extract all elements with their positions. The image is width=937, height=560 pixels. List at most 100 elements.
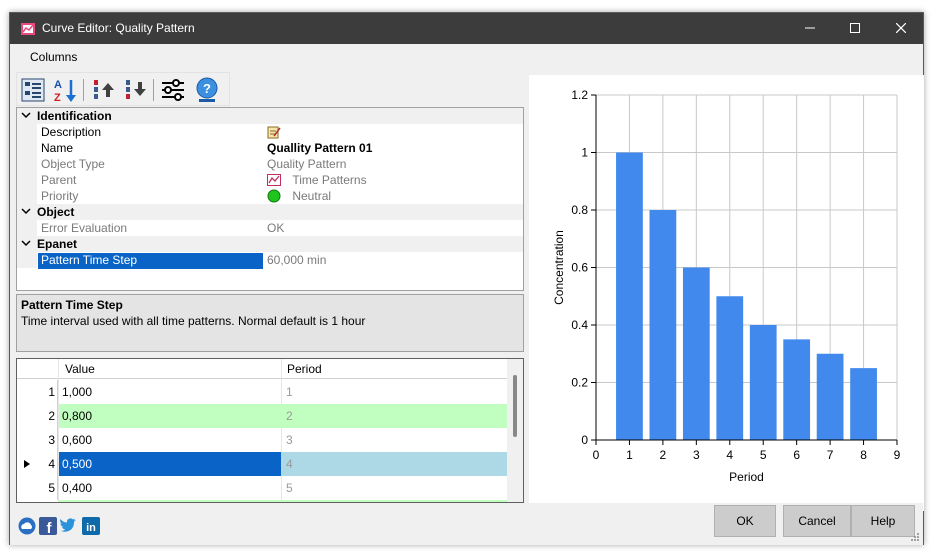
- move-down-button[interactable]: [121, 76, 149, 104]
- pattern-values-table: Value Period 1 1,000 1 2 0,800 2 3 0,600…: [16, 358, 524, 503]
- svg-text:Z: Z: [54, 92, 61, 104]
- x-tick-label: 1: [626, 448, 633, 462]
- chart-bar: [816, 353, 844, 440]
- curve-editor-window: Curve Editor: Quality Pattern Columns A …: [9, 12, 924, 545]
- property-description: Pattern Time Step Time interval used wit…: [16, 294, 524, 352]
- app-icon: [21, 23, 35, 35]
- collapse-icon[interactable]: [21, 205, 31, 220]
- minimize-icon: [805, 27, 815, 29]
- scrollbar-thumb[interactable]: [513, 375, 517, 437]
- chart-bar: [649, 210, 677, 440]
- x-tick-label: 4: [726, 448, 733, 462]
- x-axis-label: Period: [729, 470, 764, 484]
- property-row-object-type[interactable]: Object Type Quality Pattern: [17, 156, 523, 172]
- chart-panel: 0 0.2 0.4 0.6 0.8 1 1.2 0 1 2 3 4 5 6 7 8 9 Period Concent…: [529, 75, 924, 511]
- chart-bar: [783, 339, 811, 440]
- table-row[interactable]: 1 1,000 1: [17, 380, 509, 404]
- table-row-selected[interactable]: 4 0,500 4: [17, 452, 509, 476]
- cloud-icon[interactable]: [18, 517, 36, 535]
- menu-bar: Columns: [10, 44, 923, 70]
- help-tool-button[interactable]: ?: [193, 76, 221, 104]
- chart-bar: [850, 368, 877, 440]
- linkedin-icon[interactable]: in: [82, 517, 100, 535]
- toolbar-separator: [153, 79, 154, 101]
- x-tick-label: 8: [860, 448, 867, 462]
- concentration-bar-chart: 0 0.2 0.4 0.6 0.8 1 1.2 0 1 2 3 4 5 6 7 8 9 Period Concent…: [552, 88, 901, 484]
- table-scrollbar[interactable]: [507, 359, 523, 502]
- table-row[interactable]: 3 0,600 3: [17, 428, 509, 452]
- title-bar[interactable]: Curve Editor: Quality Pattern: [10, 13, 923, 44]
- property-row-pattern-time-step[interactable]: Pattern Time Step 60,000 min: [17, 252, 523, 269]
- settings-sliders-icon: [162, 79, 184, 101]
- y-tick-label: 0.4: [571, 318, 588, 332]
- resize-grip-icon[interactable]: [910, 532, 920, 542]
- sort-alpha-icon: A Z: [54, 79, 76, 104]
- toolbar-separator: [83, 79, 84, 101]
- category-object[interactable]: Object: [17, 204, 523, 220]
- y-axis-label: Concentration: [552, 230, 566, 305]
- chart-bar: [682, 267, 710, 440]
- description-text: Time interval used with all time pattern…: [21, 314, 366, 328]
- collapse-icon[interactable]: [21, 237, 31, 252]
- name-value[interactable]: Quallity Pattern 01: [267, 141, 372, 155]
- ok-button[interactable]: OK: [714, 505, 776, 537]
- y-tick-label: 0: [581, 433, 588, 447]
- minimize-button[interactable]: [787, 13, 833, 44]
- sort-alpha-button[interactable]: A Z: [51, 76, 79, 104]
- category-epanet[interactable]: Epanet: [17, 236, 523, 252]
- window-title: Curve Editor: Quality Pattern: [42, 21, 195, 35]
- table-header: Value Period: [17, 359, 509, 379]
- y-tick-label: 0.2: [571, 376, 588, 390]
- column-header-value[interactable]: Value: [65, 362, 95, 376]
- property-toolbar: A Z ?: [16, 72, 230, 106]
- chart-bar: [716, 296, 744, 440]
- table-row[interactable]: 2 0,800 2: [17, 404, 509, 428]
- property-row-parent[interactable]: Parent Time Patterns: [17, 172, 523, 188]
- move-down-icon: [126, 80, 146, 99]
- close-icon: [895, 22, 907, 34]
- x-tick-label: 2: [660, 448, 667, 462]
- maximize-icon: [850, 23, 860, 33]
- y-tick-label: 0.8: [571, 203, 588, 217]
- x-tick-label: 0: [593, 448, 600, 462]
- property-grid: Identification Description Name Quallity…: [16, 107, 524, 291]
- svg-text:A: A: [54, 79, 62, 91]
- column-header-period[interactable]: Period: [287, 362, 322, 376]
- table-row[interactable]: 5 0,400 5: [17, 476, 509, 500]
- x-tick-label: 7: [827, 448, 834, 462]
- move-up-icon: [94, 80, 114, 99]
- collapse-icon[interactable]: [21, 109, 31, 124]
- categorized-button[interactable]: [19, 76, 47, 104]
- svg-text:in: in: [86, 522, 96, 534]
- chart-bar: [749, 325, 777, 440]
- menu-columns[interactable]: Columns: [30, 50, 77, 64]
- time-patterns-icon: [267, 174, 281, 186]
- chart-bar: [616, 152, 643, 440]
- move-up-button[interactable]: [89, 76, 117, 104]
- categorized-icon: [21, 78, 45, 102]
- svg-text:?: ?: [203, 81, 211, 96]
- help-button[interactable]: Help: [851, 505, 915, 537]
- y-tick-label: 1.2: [571, 88, 588, 102]
- settings-button[interactable]: [159, 76, 187, 104]
- property-row-error-evaluation[interactable]: Error Evaluation OK: [17, 220, 523, 236]
- twitter-icon[interactable]: [60, 517, 78, 535]
- facebook-icon[interactable]: f: [39, 517, 57, 535]
- y-tick-label: 1: [581, 146, 588, 160]
- x-tick-label: 9: [894, 448, 901, 462]
- y-tick-label: 0.6: [571, 261, 588, 275]
- current-row-icon: [24, 460, 30, 468]
- maximize-button[interactable]: [832, 13, 878, 44]
- property-row-name[interactable]: Name Quallity Pattern 01: [17, 140, 523, 156]
- cancel-button[interactable]: Cancel: [783, 505, 851, 537]
- x-tick-label: 6: [793, 448, 800, 462]
- description-title: Pattern Time Step: [21, 298, 123, 312]
- x-tick-label: 3: [693, 448, 700, 462]
- close-button[interactable]: [878, 13, 924, 44]
- bottom-bar: f in OK Cancel Help: [10, 503, 923, 545]
- help-icon: ?: [196, 77, 218, 102]
- priority-status-icon: [267, 189, 281, 203]
- category-identification[interactable]: Identification: [17, 108, 523, 124]
- property-row-priority[interactable]: Priority Neutral: [17, 188, 523, 204]
- property-row-description[interactable]: Description: [17, 124, 523, 140]
